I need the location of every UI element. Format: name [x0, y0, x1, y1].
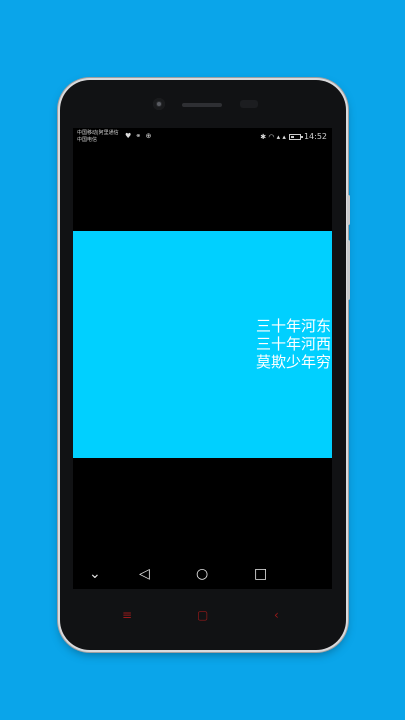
phone-frame: 中国移动|阿里通信 中国电信 ♥ ⚭ ⊕ ✱ ◠ ▴ ▴ 14:52 三十年河东…	[60, 80, 350, 650]
poem-line-2: 三十年河西	[256, 335, 332, 353]
poem-line-1: 三十年河东	[256, 317, 332, 335]
power-button	[347, 240, 350, 300]
recent-apps-button[interactable]: □	[254, 566, 267, 582]
hardware-menu-key[interactable]: ≡	[122, 608, 132, 622]
hardware-home-key[interactable]: ▢	[197, 608, 208, 622]
hide-nav-button[interactable]: ⌄	[89, 566, 101, 582]
hardware-back-key[interactable]: ‹	[274, 608, 279, 622]
earpiece-speaker	[182, 103, 222, 107]
back-button[interactable]: ◁	[139, 566, 150, 582]
screen: 中国移动|阿里通信 中国电信 ♥ ⚭ ⊕ ✱ ◠ ▴ ▴ 14:52 三十年河东…	[73, 128, 332, 589]
poem-line-3: 莫欺少年穷	[256, 353, 332, 371]
battery-icon	[288, 133, 303, 140]
carrier-primary: 中国移动|阿里通信	[77, 130, 119, 136]
front-camera	[153, 98, 165, 110]
volume-button	[347, 195, 350, 225]
bluetooth-wifi-signal-icons: ✱ ◠ ▴ ▴	[260, 132, 286, 141]
notification-icons: ♥ ⚭ ⊕	[125, 132, 153, 140]
app-content-area: 三十年河东 三十年河西 莫欺少年穷	[73, 231, 332, 458]
proximity-sensor	[240, 100, 258, 108]
status-right: ✱ ◠ ▴ ▴ 14:52	[260, 132, 327, 141]
status-time: 14:52	[303, 132, 327, 141]
navigation-bar: ⌄ ◁ ○ □	[73, 560, 332, 588]
carrier-info: 中国移动|阿里通信 中国电信	[77, 130, 119, 144]
status-bar: 中国移动|阿里通信 中国电信 ♥ ⚭ ⊕ ✱ ◠ ▴ ▴ 14:52	[73, 128, 332, 148]
carrier-secondary: 中国电信	[77, 137, 98, 143]
home-button[interactable]: ○	[196, 566, 208, 582]
poem-text: 三十年河东 三十年河西 莫欺少年穷	[256, 317, 331, 371]
